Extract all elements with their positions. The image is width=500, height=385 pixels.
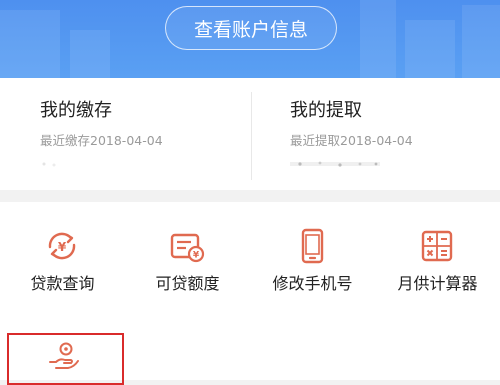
view-account-info-label: 查看账户信息 xyxy=(193,18,308,41)
service-loan-quota-label: 可贷额度 xyxy=(155,274,220,293)
phone-icon xyxy=(301,228,324,264)
skyline-decor xyxy=(462,5,500,78)
header-banner: 查看账户信息 xyxy=(0,0,500,78)
skyline-decor xyxy=(405,20,455,78)
my-deposit-card[interactable]: 我的缴存 最近缴存2018-04-04 xyxy=(0,78,250,190)
my-deposit-recent: 最近缴存2018-04-04 xyxy=(40,133,163,148)
service-change-phone[interactable]: 修改手机号 xyxy=(250,202,375,322)
skyline-decor xyxy=(360,0,396,78)
skyline-decor xyxy=(70,30,110,78)
my-withdraw-amount-masked xyxy=(290,161,380,167)
my-deposit-title: 我的缴存 xyxy=(40,100,112,121)
my-withdraw-card[interactable]: 我的提取 最近提取2018-04-04 xyxy=(252,78,500,190)
my-withdraw-title: 我的提取 xyxy=(290,100,362,121)
svg-text:¥: ¥ xyxy=(58,240,67,254)
my-withdraw-recent: 最近提取2018-04-04 xyxy=(290,133,413,148)
skyline-decor xyxy=(0,10,60,78)
service-loan-query-label: 贷款查询 xyxy=(30,274,95,293)
my-deposit-amount-masked xyxy=(42,162,56,167)
service-loan-quota[interactable]: ¥ 可贷额度 xyxy=(125,202,250,322)
hand-coin-icon xyxy=(49,342,79,369)
svg-text:¥: ¥ xyxy=(193,251,200,261)
service-change-phone-label: 修改手机号 xyxy=(272,274,353,293)
cards-divider xyxy=(251,92,252,180)
service-calculator[interactable]: 月供计算器 xyxy=(375,202,500,322)
service-loan-query[interactable]: ¥ 贷款查询 xyxy=(0,202,125,322)
calculator-icon xyxy=(421,230,453,262)
service-calculator-label: 月供计算器 xyxy=(397,274,478,293)
summary-cards: 我的缴存 最近缴存2018-04-04 我的提取 最近提取2018-04-04 xyxy=(0,78,500,190)
loan-quota-icon: ¥ xyxy=(170,233,205,263)
view-account-info-button[interactable]: 查看账户信息 xyxy=(165,6,337,50)
loan-query-icon: ¥ xyxy=(48,232,76,260)
